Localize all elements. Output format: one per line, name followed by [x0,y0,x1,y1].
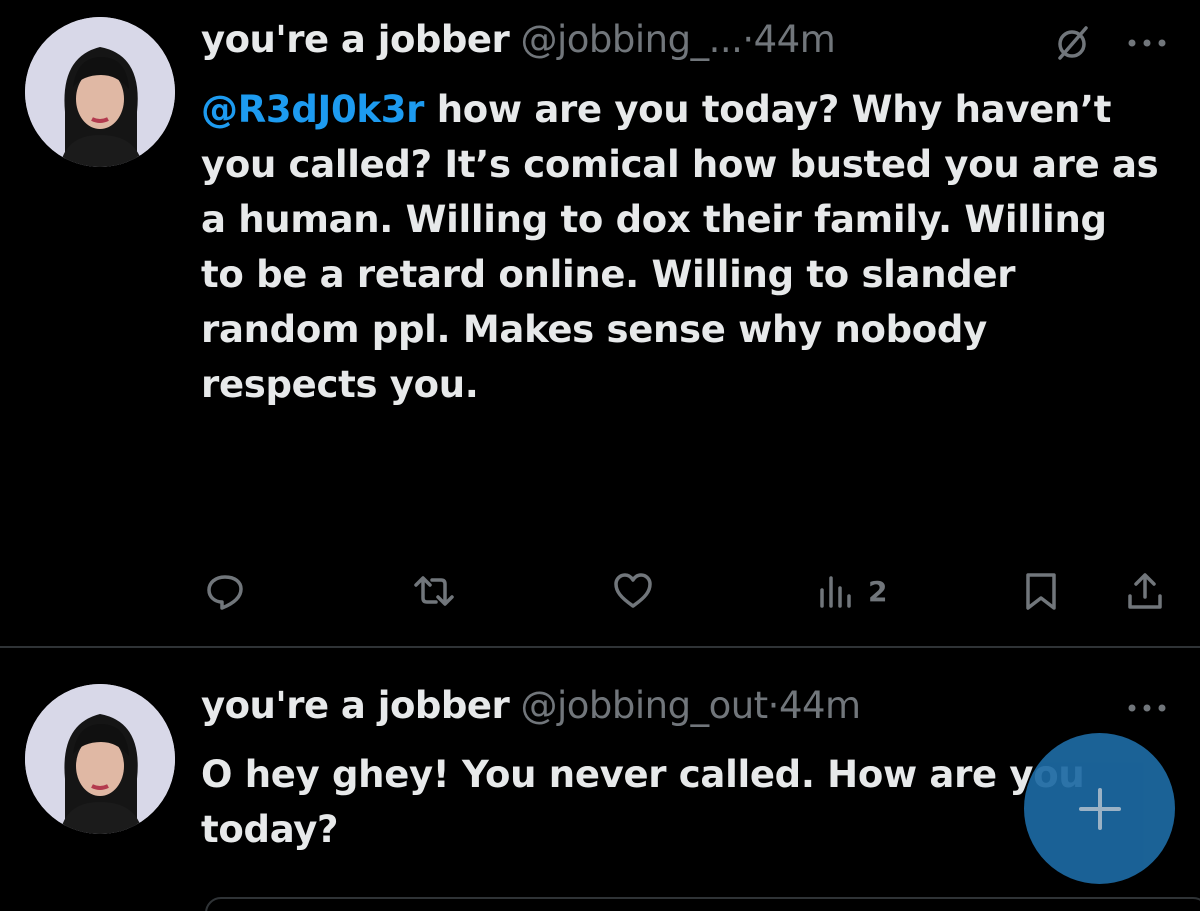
views-icon [820,576,851,608]
reply-composer-edge [205,897,1200,911]
tweet-header: you're a jobber @jobbing_out·44m [201,684,861,728]
tweet-text: @R3dJ0k3r how are you today? Why haven’t… [201,82,1161,412]
views-button[interactable]: 2 [816,568,887,614]
more-icon[interactable] [1124,33,1170,53]
like-button[interactable] [612,568,654,614]
like-icon [614,573,652,608]
retweet-icon [414,576,454,606]
separator-dot: · [767,684,780,727]
more-icon[interactable] [1124,698,1170,718]
avatar[interactable] [25,684,175,834]
handle[interactable]: @jobbing_... [520,18,742,61]
separator-dot: · [742,18,754,61]
share-icon [1128,573,1162,609]
tweet-body: how are you today? Why haven’t you calle… [201,88,1159,406]
timestamp[interactable]: 44m [779,684,861,727]
tweet-text: O hey ghey! You never called. How are yo… [201,753,1085,851]
tweet-header: you're a jobber @jobbing_...·44m [201,18,836,62]
grok-icon[interactable] [1052,24,1092,64]
views-count: 2 [868,574,888,608]
share-button[interactable] [1124,568,1166,614]
reply-button[interactable] [204,568,246,614]
plus-icon [1078,787,1121,830]
tweet[interactable]: you're a jobber @jobbing_...·44m @R3dJ0k… [0,0,1200,648]
compose-button[interactable] [1024,733,1175,884]
reply-icon [207,575,243,610]
display-name[interactable]: you're a jobber [201,18,510,61]
retweet-button[interactable] [413,568,455,614]
avatar[interactable] [25,17,175,167]
display-name[interactable]: you're a jobber [201,684,510,727]
handle[interactable]: @jobbing_out [520,684,768,727]
bookmark-button[interactable] [1020,568,1062,614]
timestamp[interactable]: 44m [754,18,836,61]
tweet[interactable]: you're a jobber @jobbing_out·44m O hey g… [0,648,1200,911]
action-bar: 2 [0,568,1200,614]
bookmark-icon [1026,573,1056,610]
mention-link[interactable]: @R3dJ0k3r [201,88,424,131]
